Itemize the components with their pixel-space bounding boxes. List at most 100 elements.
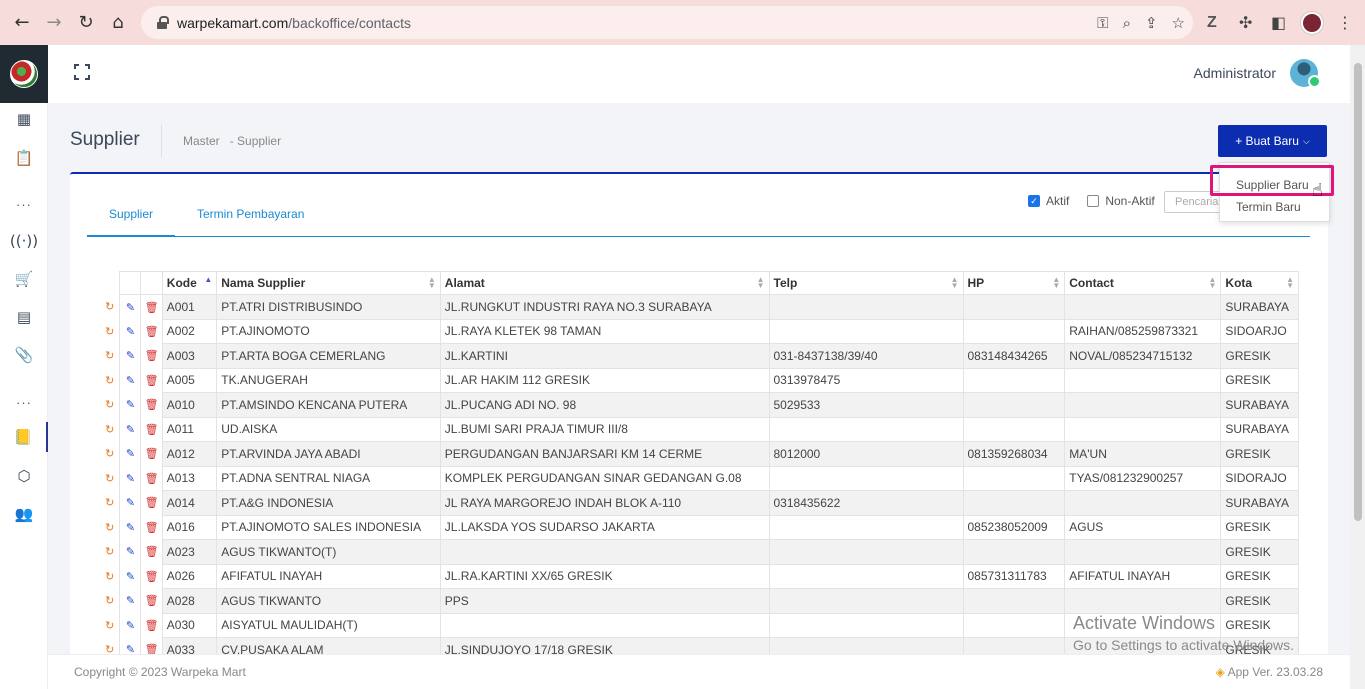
column-header-kode[interactable]: Kode ▲ — [161, 271, 218, 295]
table-cell: JL.KARTINI — [439, 343, 770, 369]
edit-icon[interactable]: ✎ — [126, 301, 135, 314]
key-icon[interactable]: ⚿ — [1097, 14, 1108, 32]
breadcrumb-root[interactable]: Master — [183, 134, 220, 148]
calculator-icon[interactable]: ▤ — [0, 302, 48, 332]
delete-icon[interactable]: 🗑 — [145, 643, 159, 654]
edit-icon[interactable]: ✎ — [126, 521, 135, 534]
dashboard-icon[interactable]: ▦ — [0, 104, 48, 134]
table-cell: SURABAYA — [1220, 490, 1299, 516]
delete-icon[interactable]: 🗑 — [145, 398, 159, 411]
delete-icon[interactable]: 🗑 — [145, 496, 159, 509]
edit-icon[interactable]: ✎ — [126, 570, 135, 583]
column-header-hp[interactable]: HP ▲ ▼ — [962, 271, 1066, 295]
column-header-telp[interactable]: Telp ▲ ▼ — [768, 271, 964, 295]
table-cell: 0318435622 — [768, 490, 964, 516]
edit-icon[interactable]: ✎ — [126, 423, 135, 436]
edit-icon[interactable]: ✎ — [126, 374, 135, 387]
column-header-contact[interactable]: Contact ▲ ▼ — [1064, 271, 1222, 295]
extensions-icon[interactable]: ✣ — [1239, 0, 1252, 45]
star-icon[interactable]: ☆ — [1172, 14, 1185, 32]
sidepanel-icon[interactable]: ◧ — [1271, 0, 1286, 45]
column-header-kota[interactable]: Kota ▲ ▼ — [1220, 271, 1299, 295]
back-icon[interactable]: ← — [6, 0, 38, 45]
paperclip-icon[interactable]: 📎 — [0, 340, 48, 370]
refresh-icon[interactable]: ↻ — [105, 570, 114, 583]
clipboard-icon[interactable]: 📋 — [0, 143, 48, 173]
delete-icon[interactable]: 🗑 — [145, 325, 159, 338]
zotero-icon[interactable]: Z — [1207, 0, 1217, 45]
table-cell: PERGUDANGAN BANJARSARI KM 14 CERME — [439, 441, 770, 467]
delete-icon[interactable]: 🗑 — [145, 472, 159, 485]
inactive-checkbox[interactable] — [1087, 195, 1100, 207]
home-icon[interactable]: ⌂ — [102, 0, 134, 45]
refresh-icon[interactable]: ↻ — [105, 472, 114, 485]
section-dots: ··· — [16, 395, 32, 410]
refresh-icon[interactable]: ↻ — [105, 643, 114, 654]
refresh-icon[interactable]: ↻ — [105, 374, 114, 387]
app-logo[interactable] — [0, 45, 48, 103]
zoom-icon[interactable]: ⌕ — [1123, 14, 1131, 32]
refresh-icon[interactable]: ↻ — [105, 619, 114, 632]
delete-icon[interactable]: 🗑 — [145, 545, 159, 558]
table-cell: SURABAYA — [1220, 392, 1299, 418]
table-cell: PT.ARVINDA JAYA ABADI — [216, 441, 441, 467]
column-header-alamat[interactable]: Alamat ▲ ▼ — [439, 271, 770, 295]
profile-avatar[interactable] — [1301, 0, 1323, 45]
user-menu[interactable]: Administrator — [1194, 59, 1321, 88]
table-cell: AGUS — [1064, 514, 1222, 540]
page-scrollbar[interactable] — [1350, 45, 1365, 689]
delete-icon[interactable]: 🗑 — [145, 594, 159, 607]
refresh-icon[interactable]: ↻ — [105, 545, 114, 558]
forward-icon[interactable]: → — [38, 0, 70, 45]
edit-icon[interactable]: ✎ — [126, 472, 135, 485]
edit-icon[interactable]: ✎ — [126, 325, 135, 338]
table-cell: PT.A&G INDONESIA — [216, 490, 441, 516]
contacts-book-icon[interactable]: 📒 — [0, 422, 48, 452]
refresh-icon[interactable]: ↻ — [105, 423, 114, 436]
refresh-icon[interactable]: ↻ — [105, 398, 114, 411]
edit-icon[interactable]: ✎ — [126, 349, 135, 362]
delete-icon[interactable]: 🗑 — [145, 349, 159, 362]
table-cell: SURABAYA — [1220, 294, 1299, 320]
edit-icon[interactable]: ✎ — [126, 619, 135, 632]
table-cell: JL.BUMI SARI PRAJA TIMUR III/8 — [439, 416, 770, 442]
edit-icon[interactable]: ✎ — [126, 545, 135, 558]
cart-icon[interactable]: 🛒 — [0, 264, 48, 294]
create-new-button[interactable]: + Buat Baru ⌵ — [1218, 125, 1327, 157]
column-header-nama[interactable]: Nama Supplier ▲ ▼ — [216, 271, 441, 295]
refresh-icon[interactable]: ↻ — [105, 447, 114, 460]
edit-icon[interactable]: ✎ — [126, 398, 135, 411]
address-bar[interactable]: warpekamart.com/backoffice/contacts ⚿ ⌕ … — [141, 6, 1193, 39]
delete-icon[interactable]: 🗑 — [145, 301, 159, 314]
edit-icon[interactable]: ✎ — [126, 643, 135, 654]
edit-icon[interactable]: ✎ — [126, 496, 135, 509]
table-cell: JL RAYA MARGOREJO INDAH BLOK A-110 — [439, 490, 770, 516]
share-icon[interactable]: ⇪ — [1145, 14, 1158, 32]
broadcast-icon[interactable]: ((·)) — [0, 226, 48, 256]
tab-termin-pembayaran[interactable]: Termin Pembayaran — [197, 206, 304, 237]
refresh-icon[interactable]: ↻ — [105, 496, 114, 509]
refresh-icon[interactable]: ↻ — [105, 300, 114, 313]
box-icon[interactable]: ⬡ — [0, 461, 48, 491]
refresh-icon[interactable]: ↻ — [105, 325, 114, 338]
reload-icon[interactable]: ↻ — [70, 0, 102, 45]
table-cell: MA'UN — [1064, 441, 1222, 467]
menu-icon[interactable]: ⋮ — [1337, 0, 1353, 45]
active-checkbox[interactable]: ✓ — [1028, 195, 1040, 207]
fullscreen-icon[interactable] — [74, 64, 90, 80]
tab-supplier[interactable]: Supplier — [87, 206, 175, 237]
delete-icon[interactable]: 🗑 — [145, 619, 159, 632]
delete-icon[interactable]: 🗑 — [145, 521, 159, 534]
delete-icon[interactable]: 🗑 — [145, 447, 159, 460]
delete-icon[interactable]: 🗑 — [145, 374, 159, 387]
edit-icon[interactable]: ✎ — [126, 594, 135, 607]
refresh-icon[interactable]: ↻ — [105, 349, 114, 362]
users-icon[interactable]: 👥 — [0, 499, 48, 529]
refresh-icon[interactable]: ↻ — [105, 521, 114, 534]
table-row: ↻ ✎ 🗑 A012 PT.ARVINDA JAYA ABADI PERGUDANGAN … — [100, 441, 1299, 467]
table-cell: PT.AJINOMOTO SALES INDONESIA — [216, 514, 441, 540]
delete-icon[interactable]: 🗑 — [145, 423, 159, 436]
edit-icon[interactable]: ✎ — [126, 447, 135, 460]
delete-icon[interactable]: 🗑 — [145, 570, 159, 583]
refresh-icon[interactable]: ↻ — [105, 594, 114, 607]
